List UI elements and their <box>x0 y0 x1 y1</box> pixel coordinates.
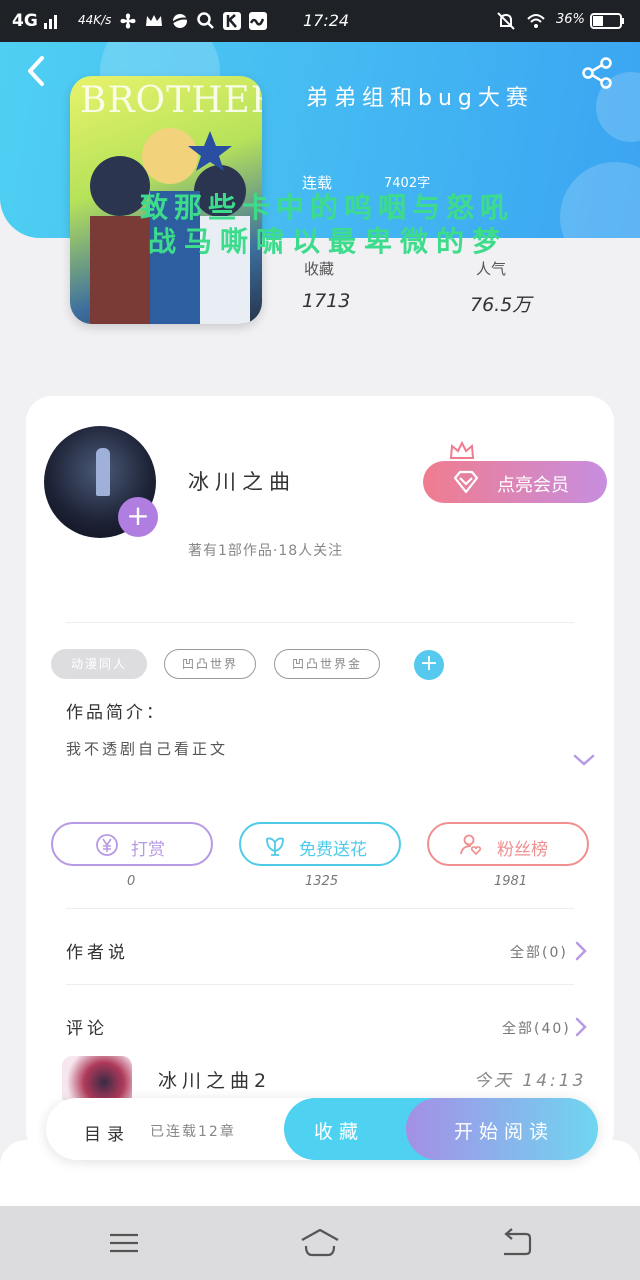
intro-text: 我不透剧自己看正文 <box>66 740 229 758</box>
avatar-figure <box>96 448 110 496</box>
start-reading-label: 开始阅读 <box>454 1121 555 1143</box>
network-indicator: 4G <box>12 11 38 31</box>
status-bar: 4G 44K/s 17:24 36% <box>0 0 640 42</box>
vip-button-label: 点亮会员 <box>497 475 569 496</box>
send-flower-label: 免费送花 <box>299 840 367 860</box>
collect-button-label: 收藏 <box>314 1121 365 1143</box>
battery-icon <box>590 13 624 29</box>
author-meta: 著有1部作品·18人关注 <box>188 543 344 559</box>
collect-stat-value: 1713 <box>302 290 351 312</box>
chapter-count: 已连载12章 <box>150 1124 236 1140</box>
reward-count: 0 <box>127 874 136 889</box>
network-speed: 44K/s <box>78 13 112 27</box>
author-name[interactable]: 冰川之曲 <box>188 466 296 496</box>
author-says-title[interactable]: 作者说 <box>66 938 129 963</box>
back-nav-icon[interactable] <box>498 1226 534 1260</box>
collect-stat-label: 收藏 <box>304 260 335 278</box>
comments-all[interactable]: 全部(40) <box>502 1018 571 1038</box>
home-icon[interactable] <box>298 1226 342 1260</box>
comments-title[interactable]: 评论 <box>66 1014 108 1039</box>
add-tag-button[interactable]: + <box>414 650 444 680</box>
crown-icon <box>449 440 475 459</box>
fan-icon <box>120 13 136 29</box>
tagline-line-2: 战马嘶啸以最卑微的梦 <box>148 225 509 258</box>
flower-count: 1325 <box>305 874 339 889</box>
share-icon[interactable] <box>580 56 614 90</box>
yen-icon <box>96 834 118 856</box>
comment-time: 今天 14:13 <box>474 1071 587 1091</box>
header-decoration <box>560 162 640 238</box>
popularity-stat-value: 76.5万 <box>470 294 532 316</box>
tag-chip[interactable]: 凹凸世界 <box>164 649 256 679</box>
planet-icon <box>171 14 189 28</box>
commenter-avatar[interactable] <box>62 1056 132 1100</box>
reward-button-label: 打赏 <box>131 840 165 860</box>
tag-chip[interactable]: 凹凸世界金 <box>274 649 380 679</box>
clock: 17:24 <box>303 11 350 30</box>
commenter-name[interactable]: 冰川之曲2 <box>158 1066 271 1093</box>
author-says-all[interactable]: 全部(0) <box>510 942 568 962</box>
signal-icon <box>44 15 57 29</box>
chevron-down-icon[interactable] <box>572 752 596 768</box>
mute-bell-icon <box>497 12 515 30</box>
popularity-stat-label: 人气 <box>476 260 507 278</box>
toc-button[interactable]: 目录 <box>84 1120 130 1145</box>
user-heart-icon <box>460 834 482 856</box>
chevron-right-icon[interactable] <box>574 1016 588 1038</box>
back-icon[interactable] <box>22 54 50 88</box>
divider <box>66 908 574 909</box>
divider <box>66 622 574 623</box>
k-app-icon <box>223 12 241 30</box>
reward-button[interactable]: 打赏 <box>51 822 213 866</box>
fan-rank-button[interactable]: 粉丝榜 <box>427 822 589 866</box>
start-reading-button[interactable]: 开始阅读 <box>406 1098 598 1160</box>
chevron-right-icon[interactable] <box>574 940 588 962</box>
divider <box>66 984 574 985</box>
book-title: 弟弟组和bug大赛 <box>306 86 534 111</box>
send-flower-button[interactable]: 免费送花 <box>239 822 401 866</box>
wave-app-icon <box>249 12 267 30</box>
search-status-icon <box>197 12 214 29</box>
vip-button[interactable]: 点亮会员 <box>423 461 607 503</box>
fan-rank-label: 粉丝榜 <box>497 840 548 860</box>
menu-icon[interactable] <box>106 1226 142 1260</box>
intro-title: 作品简介： <box>66 703 166 723</box>
tag-chip[interactable]: 动漫同人 <box>51 649 147 679</box>
crown-status-icon <box>146 15 162 26</box>
fan-count: 1981 <box>494 874 528 889</box>
battery-percent: 36% <box>556 12 585 27</box>
diamond-icon <box>453 470 479 494</box>
wifi-icon <box>527 14 545 28</box>
follow-author-button[interactable]: + <box>118 497 158 537</box>
flower-icon <box>266 837 284 856</box>
